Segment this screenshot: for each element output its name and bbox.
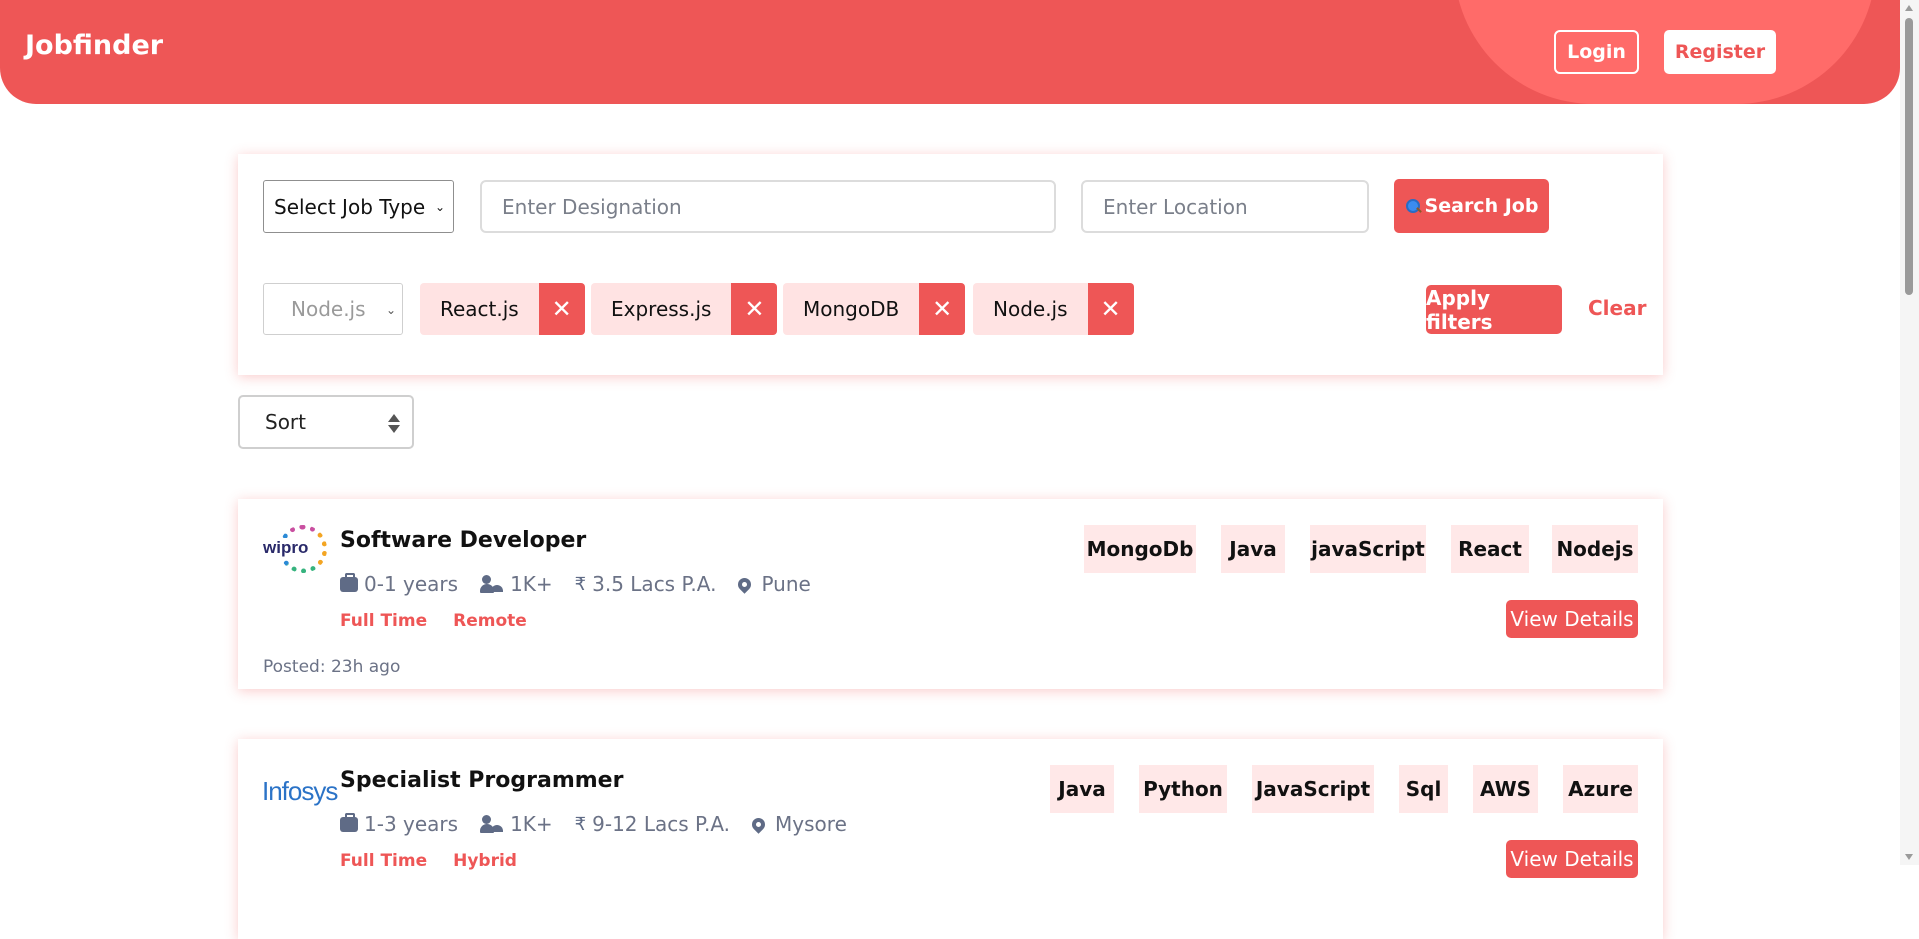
salary: ₹ 3.5 Lacs P.A.: [575, 572, 717, 596]
filter-chip-label: Node.js: [973, 283, 1088, 335]
job-meta: 1-3 years 1K+ ₹ 9-12 Lacs P.A. Mysore: [340, 812, 869, 836]
skill-pill: Python: [1139, 765, 1227, 813]
experience-value: 1-3 years: [364, 812, 459, 836]
skill-pill: Nodejs: [1552, 525, 1638, 573]
filter-chip: MongoDB ✕: [783, 283, 966, 335]
salary-value: 3.5 Lacs P.A.: [592, 572, 717, 596]
applicants: 1K+: [480, 812, 553, 836]
job-type-select-value: Select Job Type: [274, 194, 426, 219]
salary-value: 9-12 Lacs P.A.: [592, 812, 731, 836]
filter-chip: React.js ✕: [420, 283, 585, 335]
location-value: Mysore: [775, 812, 847, 836]
briefcase-icon: [340, 812, 358, 832]
skill-pill: JavaScript: [1252, 765, 1374, 813]
experience: 0-1 years: [340, 572, 458, 596]
close-icon[interactable]: ✕: [1087, 283, 1134, 335]
applicants-value: 1K+: [510, 572, 553, 596]
clear-filters-button[interactable]: Clear: [1588, 296, 1646, 320]
skill-select-value: Node.js: [291, 297, 366, 321]
job-type-select[interactable]: Select Job Type ⌄: [263, 180, 454, 233]
job-meta: 0-1 years 1K+ ₹ 3.5 Lacs P.A. Pune: [340, 572, 833, 596]
skill-pill: Azure: [1563, 765, 1638, 813]
scroll-down-arrow-icon[interactable]: [1905, 854, 1913, 860]
sort-select[interactable]: Sort: [238, 395, 414, 449]
scroll-up-arrow-icon[interactable]: [1905, 5, 1913, 11]
location: Mysore: [749, 812, 847, 836]
job-type-tag: Full Time: [340, 851, 428, 871]
rupee-icon: ₹: [574, 573, 587, 595]
work-mode-tag: Remote: [453, 611, 527, 631]
page-scrollbar[interactable]: [1900, 0, 1919, 865]
people-icon: [480, 575, 504, 593]
people-icon: [480, 815, 504, 833]
job-tags: Full Time Remote: [340, 611, 553, 631]
apply-filters-button[interactable]: Apply filters: [1426, 285, 1562, 334]
view-details-button[interactable]: View Details: [1506, 840, 1638, 878]
close-icon[interactable]: ✕: [731, 283, 778, 335]
skill-pill: Java: [1050, 765, 1114, 813]
skill-pill: React: [1451, 525, 1529, 573]
skill-pill: Java: [1221, 525, 1285, 573]
sort-select-value: Sort: [265, 410, 306, 434]
salary: ₹ 9-12 Lacs P.A.: [575, 812, 730, 836]
company-logo: Infosys: [262, 776, 338, 806]
job-title[interactable]: Specialist Programmer: [340, 768, 623, 793]
top-navbar: Jobfinder Login Register: [0, 0, 1900, 104]
job-type-tag: Full Time: [340, 611, 428, 631]
login-button[interactable]: Login: [1554, 30, 1639, 74]
skill-select[interactable]: Node.js ⌄: [263, 283, 403, 335]
filter-chip: Node.js ✕: [973, 283, 1134, 335]
search-job-label: Search Job: [1424, 195, 1539, 217]
rupee-icon: ₹: [574, 813, 587, 835]
location-pin-icon: [749, 814, 768, 834]
company-logo-text: wipro: [263, 538, 310, 558]
work-mode-tag: Hybrid: [453, 851, 517, 871]
experience-value: 0-1 years: [364, 572, 459, 596]
chevron-down-icon: ⌄: [434, 200, 445, 214]
filter-chip-label: MongoDB: [783, 283, 920, 335]
applicants: 1K+: [480, 572, 553, 596]
skill-pill: Sql: [1399, 765, 1448, 813]
designation-input[interactable]: Enter Designation: [480, 180, 1056, 233]
location-value: Pune: [761, 572, 811, 596]
location-input[interactable]: Enter Location: [1081, 180, 1369, 233]
magnifier-icon: [1405, 198, 1421, 214]
job-tags: Full Time Hybrid: [340, 851, 543, 871]
skill-pill: AWS: [1473, 765, 1538, 813]
location-pin-icon: [735, 574, 755, 594]
skill-pill: javaScript: [1310, 525, 1426, 573]
view-details-button[interactable]: View Details: [1506, 600, 1638, 638]
job-title[interactable]: Software Developer: [340, 528, 586, 553]
scroll-thumb[interactable]: [1905, 18, 1913, 295]
briefcase-icon: [340, 572, 358, 592]
location: Pune: [735, 572, 811, 596]
close-icon[interactable]: ✕: [538, 283, 585, 335]
posted-time: Posted: 23h ago: [263, 657, 401, 677]
sort-arrows-icon: [388, 414, 400, 434]
register-button[interactable]: Register: [1664, 30, 1776, 74]
applicants-value: 1K+: [510, 812, 553, 836]
brand-logo[interactable]: Jobfinder: [25, 30, 163, 61]
company-logo: wipro: [263, 525, 327, 575]
experience: 1-3 years: [340, 812, 458, 836]
chevron-down-icon: ⌄: [385, 303, 396, 317]
filter-chip-label: React.js: [420, 283, 539, 335]
search-job-button[interactable]: Search Job: [1394, 179, 1549, 233]
filter-chip: Express.js ✕: [591, 283, 778, 335]
skill-pill: MongoDb: [1084, 525, 1196, 573]
filter-chip-label: Express.js: [591, 283, 732, 335]
close-icon[interactable]: ✕: [919, 283, 966, 335]
